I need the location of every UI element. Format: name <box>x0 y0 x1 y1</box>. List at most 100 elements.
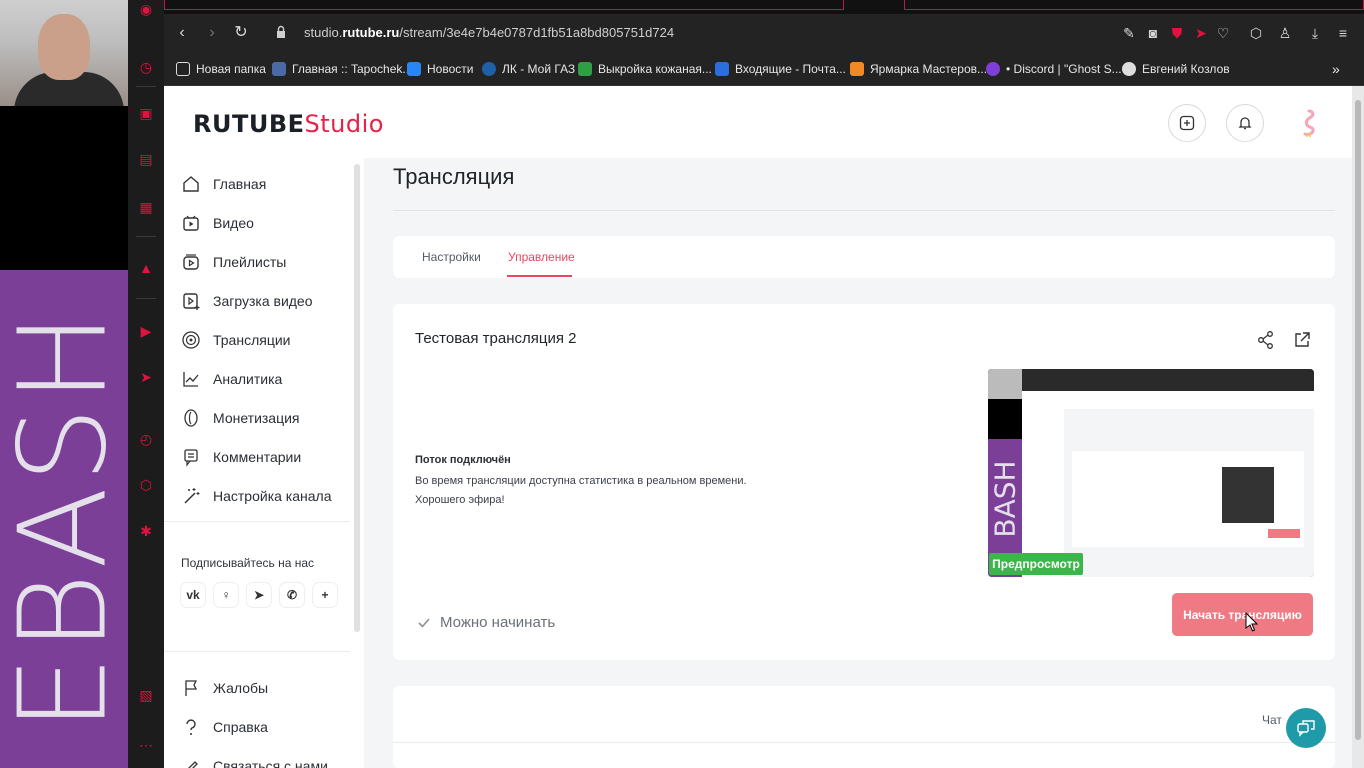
sidebar-item-label: Главная <box>213 176 267 192</box>
sidebar-item-contact[interactable]: Связаться с нами <box>180 754 328 768</box>
twitch-icon[interactable]: ▤ <box>137 150 155 168</box>
sidebar-item-comments[interactable]: Комментарии <box>180 445 301 469</box>
flow-icon[interactable]: ➤ <box>1192 24 1210 42</box>
reload-icon[interactable]: ↻ <box>231 23 251 43</box>
chat-app-icon[interactable]: ▦ <box>137 198 155 216</box>
preview-bash-text: BASH <box>988 460 1022 538</box>
bookmarks-more-button[interactable]: » <box>1332 60 1340 78</box>
vk-link[interactable]: vk <box>181 583 205 607</box>
edit-icon[interactable]: ✎ <box>1120 24 1138 42</box>
arrow-app-icon[interactable]: ▲ <box>137 259 155 277</box>
tab-management[interactable]: Управление <box>508 250 575 264</box>
divider <box>393 742 1335 743</box>
telegram-icon: ➤ <box>253 588 265 602</box>
tab-settings[interactable]: Настройки <box>422 250 481 264</box>
send-icon[interactable]: ➤ <box>137 368 155 386</box>
rutube-studio-logo[interactable]: RUTUBEStudio <box>193 110 384 138</box>
bookmark-item[interactable]: Новости <box>407 60 473 78</box>
gallery-icon[interactable]: ▧ <box>137 686 155 704</box>
stream-preview[interactable]: BASH Предпросмотр <box>988 369 1314 577</box>
pen-icon <box>180 755 202 768</box>
bookmark-item[interactable]: Ярмарка Мастеров... <box>850 60 987 78</box>
telegram-link[interactable]: ➤ <box>247 583 271 607</box>
sidebar-scrollbar[interactable] <box>354 164 360 632</box>
add-content-button[interactable] <box>1168 104 1206 142</box>
menu-icon[interactable]: ≡ <box>1334 24 1352 42</box>
video-icon <box>180 212 202 234</box>
stream-card: Тестовая трансляция 2 Поток подключён Во… <box>393 304 1335 660</box>
sidebar-item-label: Справка <box>213 719 268 735</box>
sidebar-item-broadcasts[interactable]: Трансляции <box>180 328 290 352</box>
stream-title: Тестовая трансляция 2 <box>415 330 577 347</box>
upload-icon <box>180 290 202 312</box>
sidebar-item-label: Комментарии <box>213 449 302 465</box>
extensions-icon[interactable]: ⬡ <box>1247 24 1265 42</box>
sidebar-item-home[interactable]: Главная <box>180 172 266 196</box>
share-icon[interactable] <box>1256 330 1276 350</box>
back-icon[interactable]: ‹ <box>172 23 192 43</box>
sidebar-item-help[interactable]: Справка <box>180 715 268 739</box>
sidebar-item-upload[interactable]: Загрузка видео <box>180 289 313 313</box>
viber-link[interactable]: ✆ <box>280 583 304 607</box>
viber-icon: ✆ <box>286 588 298 602</box>
shield-icon[interactable]: ⛊ <box>1168 24 1186 42</box>
sidebar-item-playlists[interactable]: Плейлисты <box>180 250 286 274</box>
profile-icon[interactable]: ♙ <box>1276 24 1294 42</box>
bookmark-item[interactable]: Входящие - Почта... <box>715 60 846 78</box>
player-icon[interactable]: ▶ <box>137 322 155 340</box>
stream-status-title: Поток подключён <box>415 454 511 466</box>
mouse-cursor-icon <box>1245 612 1258 632</box>
notifications-button[interactable] <box>1226 104 1264 142</box>
comments-icon <box>180 446 202 468</box>
sidebar-item-label: Монетизация <box>213 410 300 426</box>
forward-icon[interactable]: › <box>202 23 222 43</box>
plus-icon: + <box>321 588 329 602</box>
browser-tab[interactable] <box>904 0 1364 10</box>
ok-link[interactable]: ♀ <box>214 583 238 607</box>
sidebar-item-label: Загрузка видео <box>213 293 313 309</box>
settings-icon[interactable]: ✱ <box>137 522 155 540</box>
active-tab-indicator <box>507 275 572 277</box>
bookmark-item[interactable]: • Discord | "Ghost S... <box>986 60 1122 78</box>
history-icon[interactable]: ◴ <box>137 430 155 448</box>
flag-icon <box>180 677 202 699</box>
studio-page: RUTUBEStudio Главная Видео Плейлисты Заг… <box>164 86 1352 768</box>
sidebar-item-video[interactable]: Видео <box>180 211 254 235</box>
bag-icon[interactable]: ▣ <box>137 104 155 122</box>
bookmark-item[interactable]: ЛК - Мой ГАЗ <box>482 60 575 78</box>
sidebar-item-analytics[interactable]: Аналитика <box>180 367 282 391</box>
playlist-icon <box>180 251 202 273</box>
sidebar-item-label: Аналитика <box>213 371 283 387</box>
avatar[interactable] <box>1288 104 1326 142</box>
heart-icon[interactable]: ♡ <box>1214 24 1232 42</box>
flamingo-avatar-icon <box>1303 109 1315 137</box>
sidebar-item-complaints[interactable]: Жалобы <box>180 676 268 700</box>
monetization-icon <box>180 407 202 429</box>
bookmark-item[interactable]: Евгений Козлов <box>1122 60 1230 78</box>
speed-dial-icon[interactable]: ◷ <box>137 58 155 76</box>
support-chat-button[interactable] <box>1286 708 1326 748</box>
download-icon[interactable]: ⤓ <box>1306 24 1324 42</box>
bookmark-item[interactable]: Новая папка <box>176 60 266 78</box>
page-scrollbar[interactable] <box>1352 86 1364 768</box>
browser-side-rail: ◉ ◷ ▣ ▤ ▦ ▲ ▶ ➤ ◴ ⬡ ✱ ▧ ⋯ <box>128 0 164 768</box>
cube-icon[interactable]: ⬡ <box>137 476 155 494</box>
bookmark-item[interactable]: Выкройка кожаная... <box>578 60 712 78</box>
sidebar-item-monetization[interactable]: Монетизация <box>180 406 300 430</box>
browser-tab[interactable] <box>164 0 844 10</box>
sidebar-item-channel-settings[interactable]: Настройка канала <box>180 484 332 508</box>
chat-label: Чат <box>1262 713 1282 727</box>
external-link-icon[interactable] <box>1292 330 1312 350</box>
camera-icon[interactable]: ◙ <box>1144 24 1162 42</box>
start-broadcast-button[interactable]: Начать трансляцию <box>1172 593 1313 636</box>
sidebar-item-label: Плейлисты <box>213 254 287 270</box>
stream-status-text: Во время трансляции доступна статистика … <box>415 475 747 487</box>
more-icon[interactable]: ⋯ <box>137 736 155 754</box>
bookmark-item[interactable]: Главная :: Tapochek... <box>272 60 412 78</box>
divider <box>164 521 350 522</box>
opera-icon[interactable]: ◉ <box>137 0 155 18</box>
url-field[interactable]: studio.rutube.ru/stream/3e4e7b4e0787d1fb… <box>304 25 674 40</box>
webcam-overlay <box>0 0 138 106</box>
sidebar: Главная Видео Плейлисты Загрузка видео Т… <box>164 158 364 768</box>
more-social-link[interactable]: + <box>313 583 337 607</box>
